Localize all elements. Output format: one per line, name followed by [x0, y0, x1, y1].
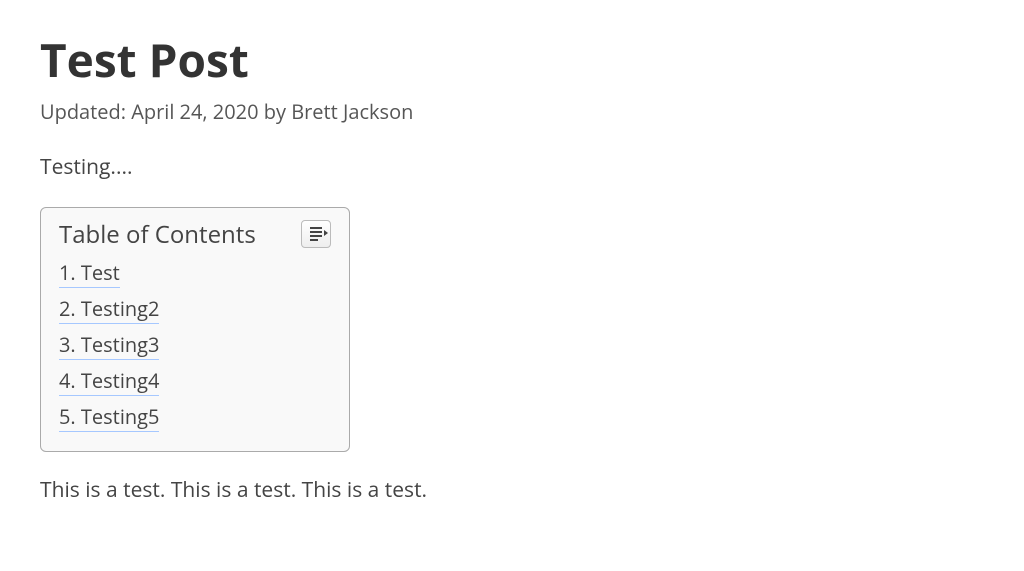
post-meta: Updated: April 24, 2020 by Brett Jackson	[40, 98, 984, 125]
post-intro-text: Testing....	[40, 153, 984, 181]
list-collapse-icon	[310, 227, 322, 241]
toc-item: 1. Test	[59, 257, 331, 289]
toc-toggle-button[interactable]	[301, 220, 331, 248]
toc-link-5[interactable]: 5. Testing5	[59, 403, 159, 432]
toc-link-1[interactable]: 1. Test	[59, 259, 120, 288]
toc-item: 3. Testing3	[59, 329, 331, 361]
toc-item: 2. Testing2	[59, 293, 331, 325]
toc-header: Table of Contents	[59, 218, 331, 251]
toc-item: 4. Testing4	[59, 365, 331, 397]
post-body-paragraph: This is a test. This is a test. This is …	[40, 476, 984, 504]
post-title: Test Post	[40, 35, 984, 86]
table-of-contents: Table of Contents 1. Test 2. Testing2 3.…	[40, 207, 350, 452]
toc-link-4[interactable]: 4. Testing4	[59, 367, 159, 396]
toc-link-3[interactable]: 3. Testing3	[59, 331, 159, 360]
toc-item: 5. Testing5	[59, 401, 331, 433]
toc-list: 1. Test 2. Testing2 3. Testing3 4. Testi…	[59, 257, 331, 433]
toc-link-2[interactable]: 2. Testing2	[59, 295, 159, 324]
toc-title: Table of Contents	[59, 218, 256, 251]
